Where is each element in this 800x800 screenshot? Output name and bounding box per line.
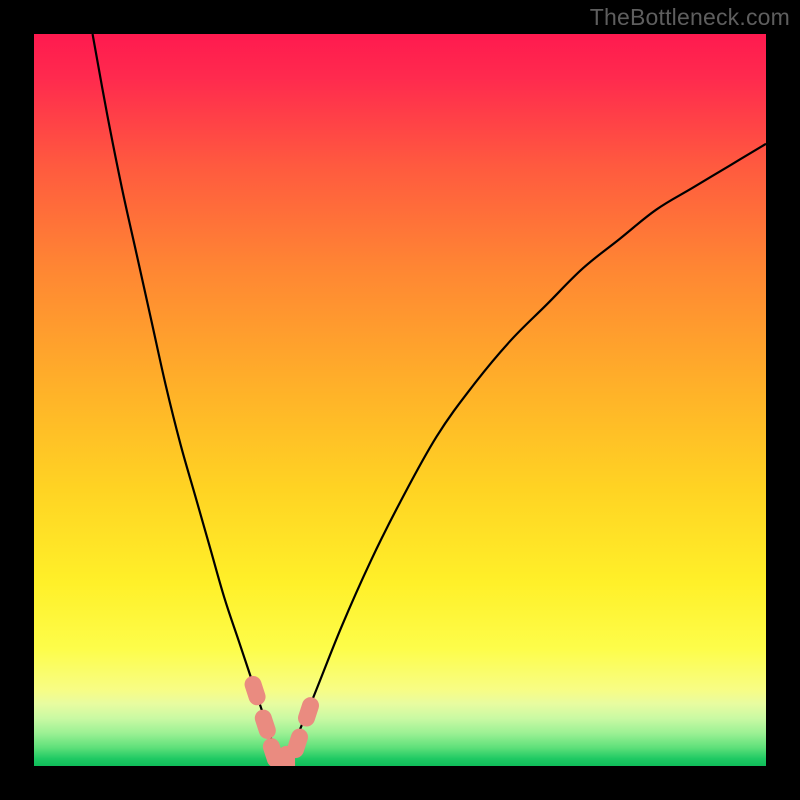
- watermark-text: TheBottleneck.com: [590, 4, 790, 31]
- gradient-background: [34, 34, 766, 766]
- plot-area: [34, 34, 766, 766]
- chart-svg: [34, 34, 766, 766]
- chart-frame: TheBottleneck.com: [0, 0, 800, 800]
